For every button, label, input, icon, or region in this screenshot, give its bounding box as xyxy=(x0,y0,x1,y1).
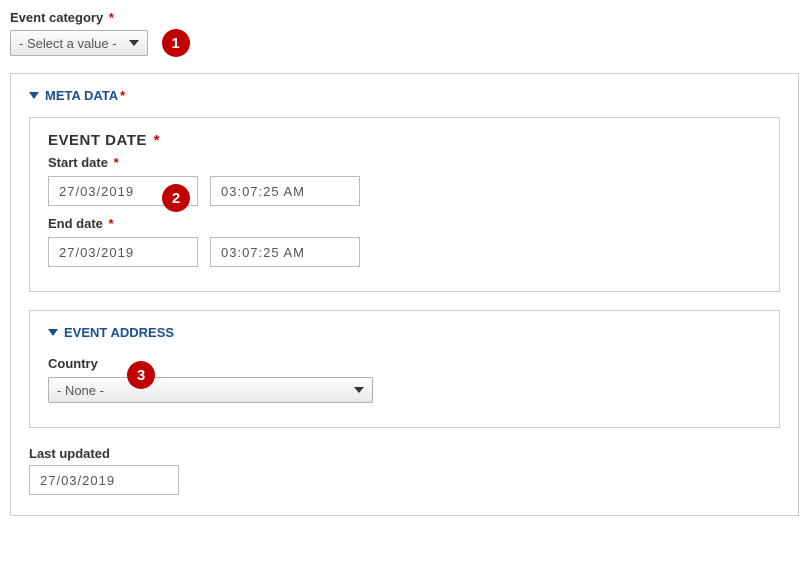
end-date-label-text: End date xyxy=(48,216,103,231)
event-category-select[interactable]: - Select a value - xyxy=(10,30,148,56)
required-star-icon: * xyxy=(120,88,125,103)
event-address-header[interactable]: EVENT ADDRESS xyxy=(48,325,761,340)
start-time-input[interactable] xyxy=(210,176,360,206)
event-address-title: EVENT ADDRESS xyxy=(64,325,174,340)
country-value: - None - xyxy=(57,383,104,398)
event-category-label-text: Event category xyxy=(10,10,103,25)
required-star-icon: * xyxy=(154,132,160,149)
annotation-marker-3: 3 xyxy=(127,361,155,389)
required-star-icon: * xyxy=(114,155,119,170)
last-updated-field: Last updated xyxy=(29,446,780,495)
collapse-triangle-icon xyxy=(29,92,39,99)
last-updated-input[interactable] xyxy=(29,465,179,495)
event-category-field: Event category * - Select a value - 1 xyxy=(10,10,799,57)
annotation-marker-2: 2 xyxy=(162,184,190,212)
country-label: Country xyxy=(48,356,761,371)
chevron-down-icon xyxy=(129,40,139,46)
event-category-value: - Select a value - xyxy=(19,36,117,51)
event-date-legend: EVENT DATE * xyxy=(48,132,761,149)
collapse-triangle-icon xyxy=(48,329,58,336)
start-date-label-text: Start date xyxy=(48,155,108,170)
meta-data-header[interactable]: META DATA * xyxy=(29,88,780,103)
event-date-panel: EVENT DATE * Start date * 2 End date * xyxy=(29,117,780,292)
event-address-panel: EVENT ADDRESS Country - None - 3 xyxy=(29,310,780,428)
required-star-icon: * xyxy=(109,10,114,25)
start-date-label: Start date * xyxy=(48,155,761,170)
end-time-input[interactable] xyxy=(210,237,360,267)
annotation-marker-1: 1 xyxy=(162,29,190,57)
end-date-label: End date * xyxy=(48,216,761,231)
meta-data-title: META DATA xyxy=(45,88,118,103)
meta-data-panel: META DATA * EVENT DATE * Start date * 2 … xyxy=(10,73,799,516)
event-category-label: Event category * xyxy=(10,10,799,25)
last-updated-label: Last updated xyxy=(29,446,780,461)
required-star-icon: * xyxy=(109,216,114,231)
country-select[interactable]: - None - xyxy=(48,377,373,403)
end-date-input[interactable] xyxy=(48,237,198,267)
chevron-down-icon xyxy=(354,387,364,393)
event-date-legend-text: EVENT DATE xyxy=(48,132,147,149)
